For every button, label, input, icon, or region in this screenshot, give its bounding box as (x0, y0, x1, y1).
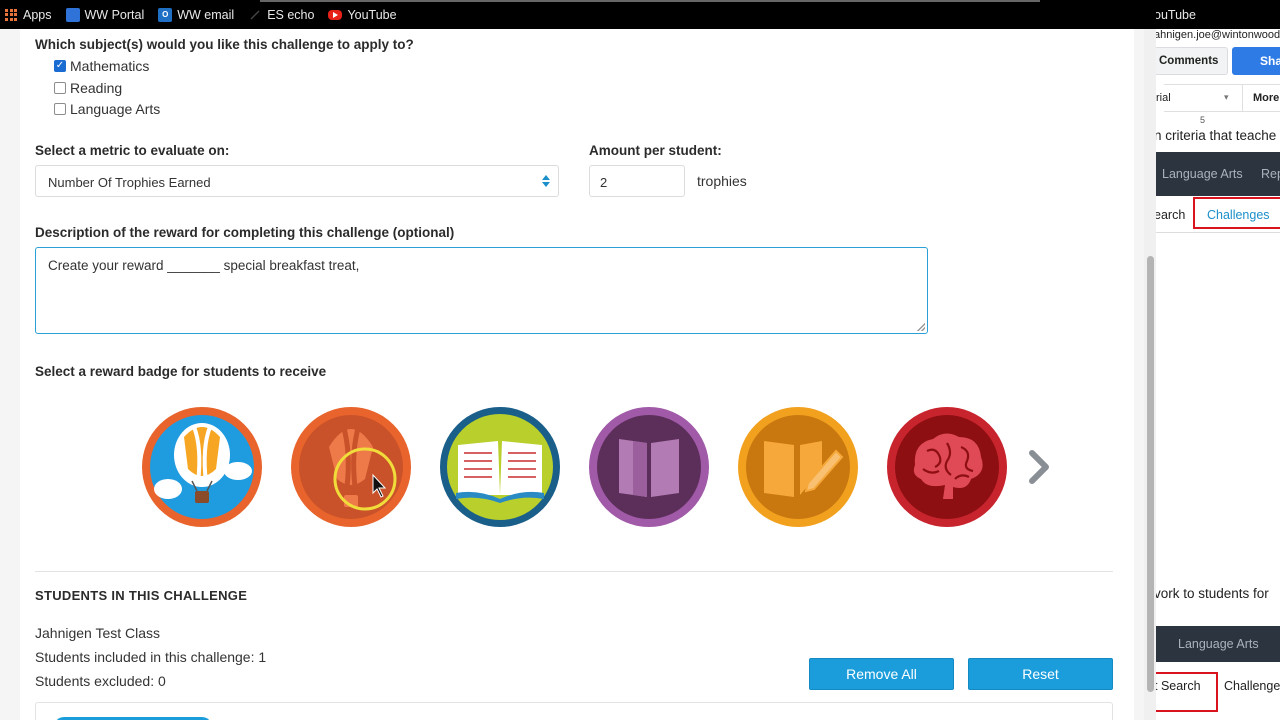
font-select[interactable]: rial (1156, 92, 1171, 104)
badge-label: Select a reward badge for students to re… (35, 364, 327, 379)
font-dropdown-icon: ▾ (1224, 92, 1229, 102)
subject-language-arts[interactable]: Language Arts (54, 101, 160, 117)
students-included: Students included in this challenge: 1 (35, 649, 267, 665)
comments-button[interactable]: Comments (1156, 47, 1228, 75)
bookmark-ww-email[interactable]: O WW email (158, 7, 235, 22)
bookmark-ww-portal[interactable]: WW Portal (65, 7, 145, 22)
badge-brain[interactable] (887, 407, 1007, 527)
side-divider (1156, 232, 1280, 233)
youtube-icon (328, 8, 343, 22)
student-list-container (35, 702, 1113, 720)
checkbox-checked[interactable]: ✓ (54, 60, 66, 72)
badge-writing[interactable] (738, 407, 858, 527)
checkbox[interactable] (54, 103, 66, 115)
subject-label: Reading (70, 80, 123, 96)
reset-button[interactable]: Reset (968, 658, 1113, 690)
side-window: ouTube ahnigen.joe@wintonwoods Comments … (1156, 0, 1280, 720)
description-value: Create your reward _______ special break… (48, 258, 360, 273)
students-section-title: STUDENTS IN THIS CHALLENGE (35, 588, 248, 603)
metric-value: Number Of Trophies Earned (48, 175, 211, 190)
apps-grid-icon (4, 8, 18, 22)
resize-handle-icon[interactable] (917, 323, 925, 331)
amount-input[interactable]: 2 (589, 165, 685, 197)
checkbox[interactable] (54, 82, 66, 94)
book-icon (589, 407, 709, 527)
bookmark-youtube[interactable]: YouTube (328, 7, 397, 22)
side-account-email: ahnigen.joe@wintonwoods (1156, 29, 1280, 41)
hot-air-balloon-icon (142, 407, 262, 527)
badge-hot-air-balloon-blue[interactable] (142, 407, 262, 527)
section-divider (35, 571, 1113, 572)
subject-mathematics[interactable]: ✓ Mathematics (54, 58, 149, 74)
share-button[interactable]: Sha (1232, 47, 1280, 75)
side-tab-challenges-2[interactable]: Challenge (1224, 679, 1280, 693)
side-tab-challenges[interactable]: Challenges (1207, 208, 1270, 222)
amount-unit: trophies (697, 173, 747, 189)
side-doc-text-2: vork to students for (1156, 586, 1269, 601)
outlook-icon: O (158, 7, 173, 22)
side-tab-search[interactable]: earch (1156, 208, 1185, 222)
select-arrows-icon (542, 175, 550, 187)
bookmark-label: ES echo (267, 7, 315, 22)
portal-icon (65, 7, 80, 22)
bookmark-label: Apps (23, 7, 52, 22)
description-label: Description of the reward for completing… (35, 225, 455, 240)
bookmark-label: WW email (177, 7, 235, 22)
side-youtube-tab[interactable]: ouTube (1156, 8, 1196, 22)
class-name: Jahnigen Test Class (35, 625, 161, 641)
toolbar-divider (1242, 84, 1243, 112)
hot-air-balloon-icon (291, 407, 411, 527)
description-textarea[interactable]: Create your reward _______ special break… (35, 247, 928, 334)
side-nav-rep[interactable]: Rep (1261, 167, 1280, 181)
brain-icon (887, 407, 1007, 527)
amount-label: Amount per student: (589, 143, 722, 158)
remove-all-button[interactable]: Remove All (809, 658, 954, 690)
badge-hot-air-balloon-orange[interactable] (291, 407, 411, 527)
next-badges-chevron-right-icon[interactable] (1026, 449, 1052, 490)
metric-label: Select a metric to evaluate on: (35, 143, 230, 158)
bookmarks-bar: Apps WW Portal O WW email ES echo YouTub… (0, 0, 1156, 29)
echo-icon (248, 8, 262, 22)
screen: Apps WW Portal O WW email ES echo YouTub… (0, 0, 1280, 720)
main-page: Which subject(s) would you like this cha… (0, 29, 1156, 720)
subject-label: Mathematics (70, 58, 150, 74)
metric-select[interactable]: Number Of Trophies Earned (35, 165, 559, 197)
bookmark-label: YouTube (347, 7, 397, 22)
more-button[interactable]: More (1253, 92, 1279, 104)
page-scrollbar-thumb[interactable] (1147, 256, 1154, 692)
subject-label: Language Arts (70, 101, 161, 117)
highlight-box-2 (1156, 672, 1218, 712)
open-book-icon (440, 407, 560, 527)
ruler-mark: 5 (1200, 115, 1206, 125)
bookmark-es-echo[interactable]: ES echo (248, 8, 314, 22)
side-doc-text: n criteria that teache (1156, 128, 1277, 143)
bookmark-label: WW Portal (84, 7, 145, 22)
students-excluded: Students excluded: 0 (35, 673, 166, 689)
writing-icon (738, 407, 858, 527)
badge-open-book[interactable] (440, 407, 560, 527)
subjects-label: Which subject(s) would you like this cha… (35, 37, 414, 52)
side-nav-language-arts[interactable]: Language Arts (1162, 167, 1243, 181)
window-edge (260, 0, 1040, 2)
subject-reading[interactable]: Reading (54, 80, 122, 96)
bookmark-apps[interactable]: Apps (4, 8, 52, 22)
share-label: Sha (1260, 54, 1280, 68)
badge-book[interactable] (589, 407, 709, 527)
side-nav-language-arts-2[interactable]: Language Arts (1178, 637, 1259, 651)
